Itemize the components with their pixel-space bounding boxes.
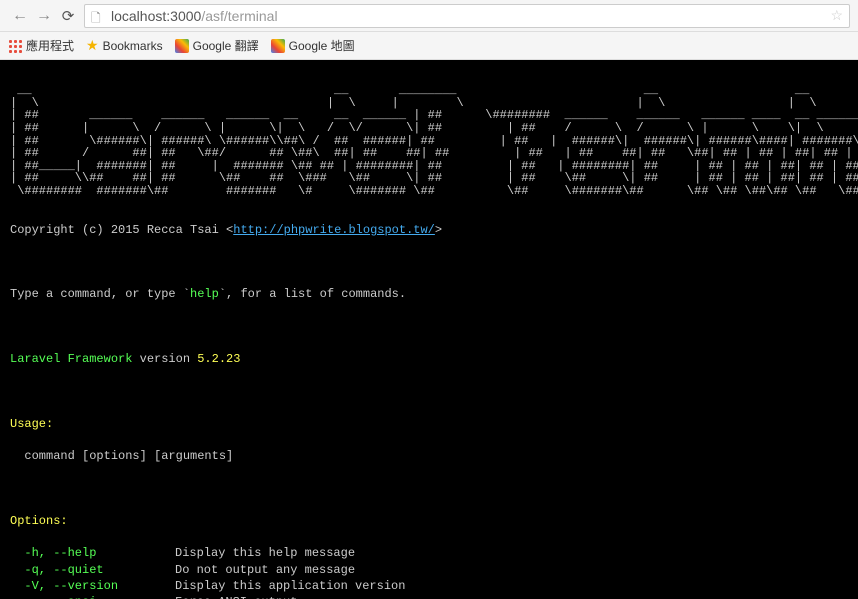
back-button[interactable]: ← xyxy=(8,4,32,28)
url-path: /asf/terminal xyxy=(201,8,277,24)
google-maps-icon xyxy=(271,39,285,53)
bookmarks-label: Bookmarks xyxy=(103,39,163,53)
star-icon: ★ xyxy=(86,37,99,54)
options-list: -h, --helpDisplay this help message -q, … xyxy=(10,545,848,599)
copyright-line: Copyright (c) 2015 Recca Tsai <http://ph… xyxy=(10,222,848,238)
option-row: --ansiForce ANSI output xyxy=(10,594,848,599)
apps-grid-icon xyxy=(8,39,22,53)
author-link[interactable]: http://phpwrite.blogspot.tw/ xyxy=(233,223,435,237)
google-translate-label: Google 翻譯 xyxy=(193,37,259,54)
apps-button[interactable]: 應用程式 xyxy=(8,37,74,54)
bookmarks-folder[interactable]: ★ Bookmarks xyxy=(86,37,163,54)
bookmark-google-maps[interactable]: Google 地圖 xyxy=(271,37,355,54)
bookmark-google-translate[interactable]: Google 翻譯 xyxy=(175,37,259,54)
google-maps-label: Google 地圖 xyxy=(289,37,355,54)
option-row: -V, --versionDisplay this application ve… xyxy=(10,578,848,594)
url-host: localhost:3000 xyxy=(111,8,201,24)
option-row: -q, --quietDo not output any message xyxy=(10,562,848,578)
option-row: -h, --helpDisplay this help message xyxy=(10,545,848,561)
usage-header: Usage: xyxy=(10,416,848,432)
forward-button[interactable]: → xyxy=(32,4,56,28)
bookmarks-bar: 應用程式 ★ Bookmarks Google 翻譯 Google 地圖 xyxy=(0,32,858,60)
options-header: Options: xyxy=(10,513,848,529)
apps-label: 應用程式 xyxy=(26,37,74,54)
bookmark-star-icon[interactable]: ☆ xyxy=(830,7,843,24)
google-icon xyxy=(175,39,189,53)
terminal-output[interactable]: __ __ ________ __ __ | \ | \ | \ | xyxy=(0,60,858,599)
address-bar[interactable]: 🗋 localhost:3000/asf/terminal ☆ xyxy=(84,4,850,28)
page-icon: 🗋 xyxy=(91,9,105,23)
reload-button[interactable]: ⟳ xyxy=(56,4,80,28)
usage-line: command [options] [arguments] xyxy=(10,448,848,464)
framework-version: Laravel Framework version 5.2.23 xyxy=(10,351,848,367)
ascii-banner: __ __ ________ __ __ | \ | \ | \ | xyxy=(10,84,848,197)
type-command-hint: Type a command, or type `help`, for a li… xyxy=(10,286,848,302)
browser-nav-bar: ← → ⟳ 🗋 localhost:3000/asf/terminal ☆ xyxy=(0,0,858,32)
